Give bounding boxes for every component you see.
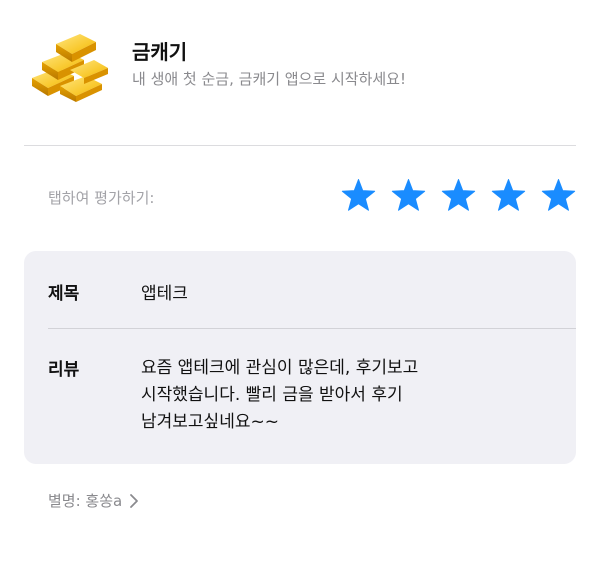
review-card: 제목 앱테크 리뷰 요즘 앱테크에 관심이 많은데, 후기보고 시작했습니다. …	[24, 251, 576, 464]
review-title-field[interactable]: 앱테크	[141, 279, 188, 304]
app-name: 금캐기	[132, 40, 188, 64]
app-tagline: 내 생애 첫 순금, 금캐기 앱으로 시작하세요!	[132, 70, 406, 88]
star-2-icon[interactable]	[391, 178, 426, 213]
gold-bars-icon	[32, 34, 108, 102]
review-body-line: 요즘 앱테크에 관심이 많은데, 후기보고	[141, 358, 419, 378]
star-3-icon[interactable]	[441, 178, 476, 213]
star-1-icon[interactable]	[341, 178, 376, 213]
header-divider	[24, 145, 576, 146]
star-4-icon[interactable]	[491, 178, 526, 213]
chevron-right-icon	[130, 493, 139, 508]
star-5-icon[interactable]	[541, 178, 576, 213]
review-body-line: 남겨보고싶네요~~	[141, 412, 279, 432]
review-body-line: 시작했습니다. 빨리 금을 받아서 후기	[141, 385, 403, 405]
nickname-label: 별명: 홍쏭a	[48, 492, 123, 510]
review-title-label: 제목	[48, 284, 80, 304]
card-divider	[48, 328, 576, 329]
review-body-label: 리뷰	[48, 360, 80, 380]
star-rating	[341, 178, 576, 213]
review-body-field[interactable]: 요즘 앱테크에 관심이 많은데, 후기보고 시작했습니다. 빨리 금을 받아서 …	[141, 355, 561, 436]
app-header: 금캐기 내 생애 첫 순금, 금캐기 앱으로 시작하세요!	[24, 24, 576, 114]
rating-label: 탭하여 평가하기:	[48, 189, 155, 207]
rating-row: 탭하여 평가하기:	[24, 172, 576, 224]
nickname-button[interactable]: 별명: 홍쏭a	[48, 490, 140, 511]
